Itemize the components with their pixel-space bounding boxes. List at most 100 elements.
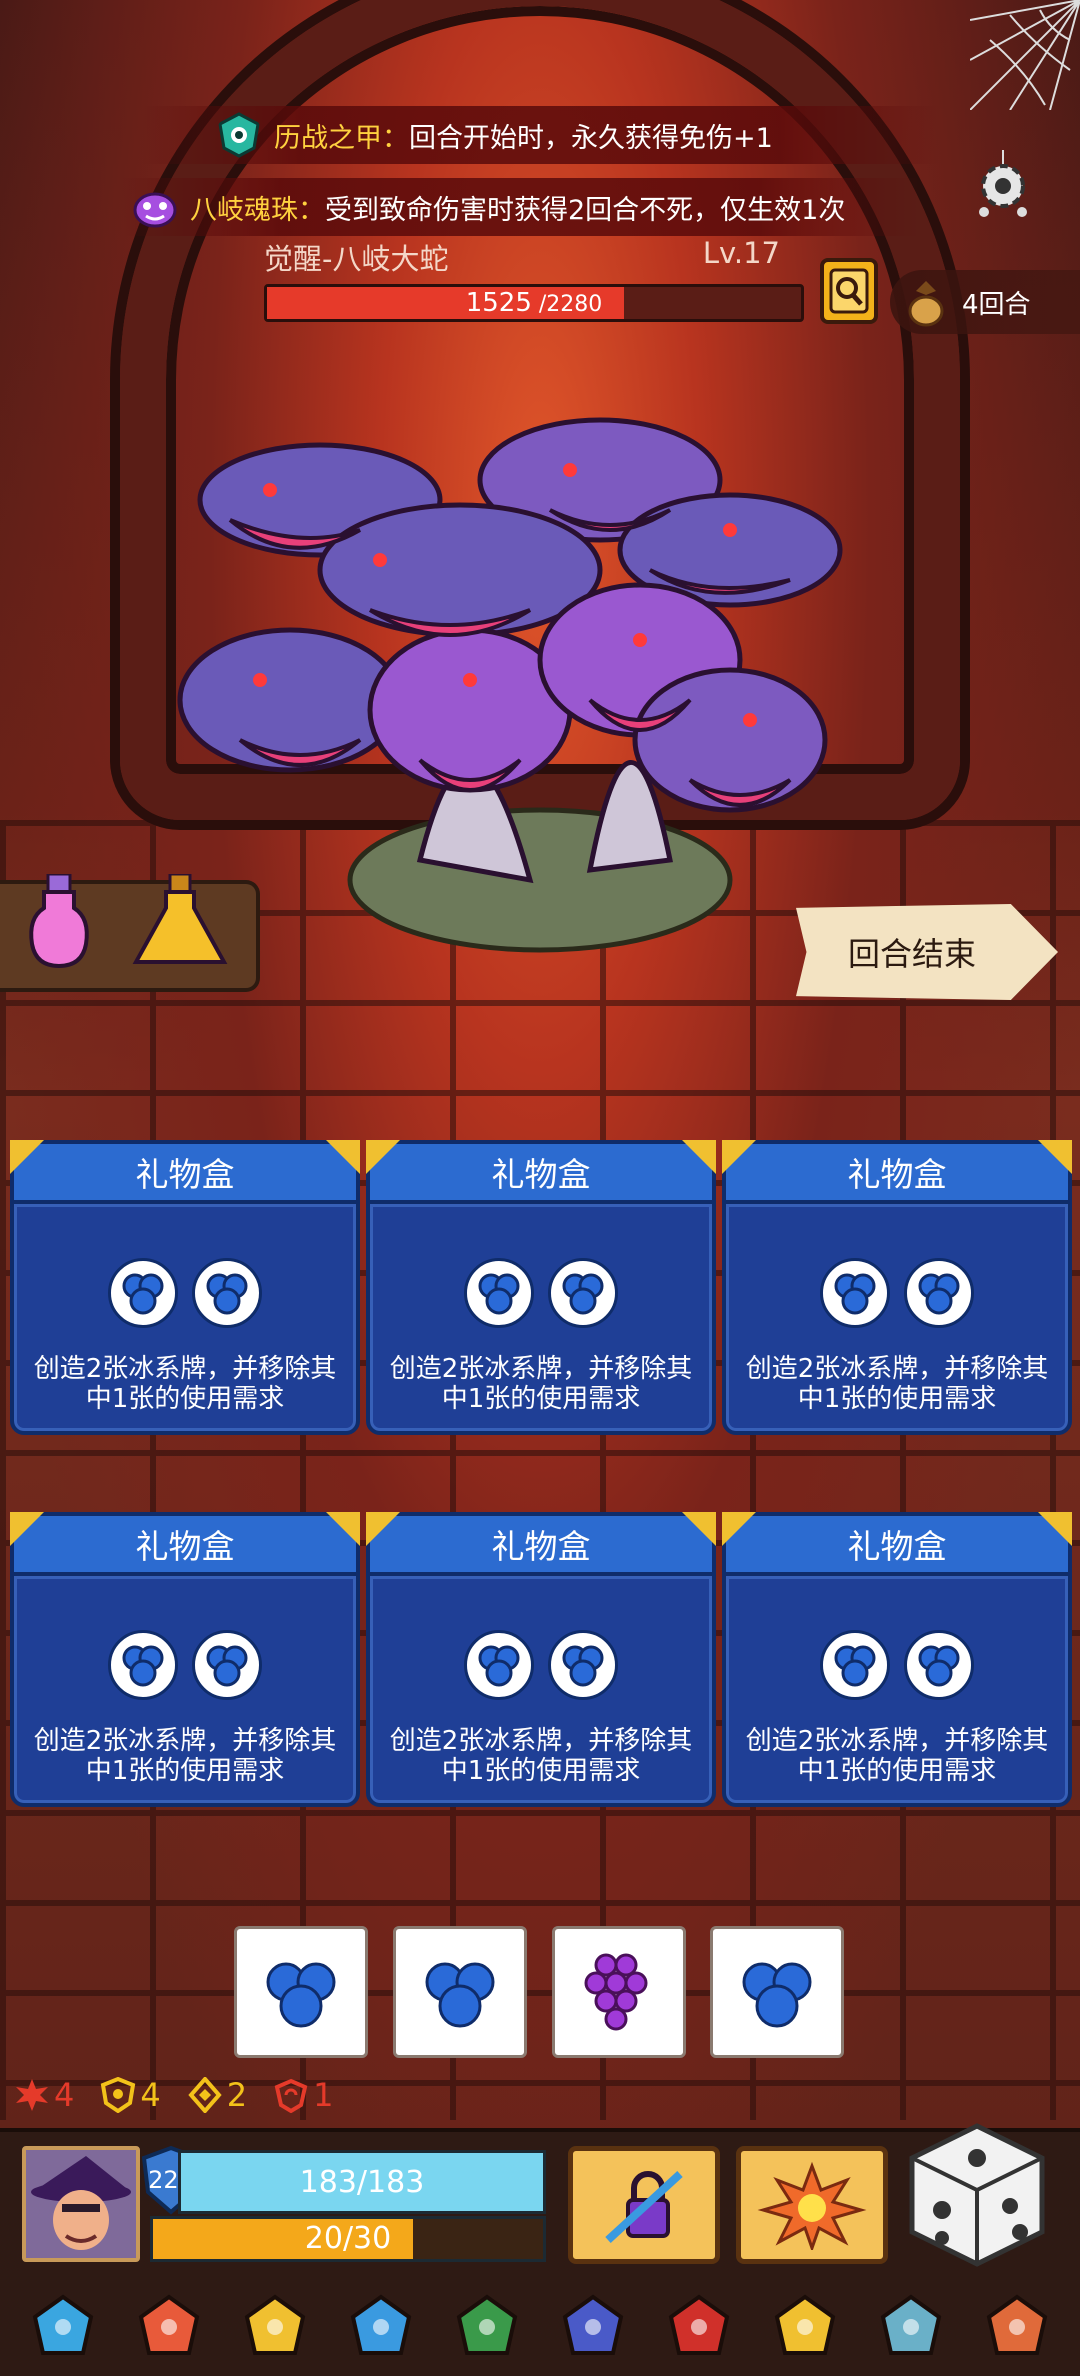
requirement-slot [192,1630,262,1700]
dice-slot[interactable] [552,1926,686,2058]
diamond-stat-icon [188,2077,222,2113]
attack-value: 4 [54,2076,75,2114]
requirement-slot [904,1630,974,1700]
ice-berry-icon [122,1273,164,1315]
card-description: 创造2张冰系牌，并移除其中1张的使用需求 [33,1354,337,1414]
inventory-item[interactable] [23,2287,103,2367]
dice-slot[interactable] [234,1926,368,2058]
buff-banner-armor[interactable]: 历战之甲：回合开始时，永久获得免伤+1 [140,106,940,164]
card-body: 创造2张冰系牌，并移除其中1张的使用需求 [366,1572,716,1807]
end-turn-button[interactable]: 回合结束 [796,904,1058,1000]
card-requirements [14,1258,356,1328]
diamond-stat: 2 [187,2076,247,2114]
gift-box-card[interactable]: 创造2张冰系牌，并移除其中1张的使用需求 礼物盒 [10,1140,360,1435]
green-book-icon [456,2294,518,2355]
buff-separator: ： [298,194,325,226]
spider-web-icon [970,0,1080,110]
ice-berry-icon [562,1645,604,1687]
buff-name: 八岐魂珠 [190,194,298,226]
card-title: 礼物盒 [10,1140,360,1204]
buff-banner-soul-orb[interactable]: 八岐魂珠：受到致命伤害时获得2回合不死，仅生效1次 [120,178,920,236]
inventory-item[interactable] [129,2287,209,2367]
defense-value: 4 [140,2076,161,2114]
purple-snake-icon [133,192,177,228]
attack-burst-icon [16,2079,48,2111]
card-requirements [726,1258,1068,1328]
inventory-item[interactable] [447,2287,527,2367]
inventory-item[interactable] [871,2287,951,2367]
dice-slot[interactable] [710,1926,844,2058]
roll-dice-button[interactable] [902,2120,1052,2270]
boss-info: 觉醒-八岐大蛇 Lv.17 1525 /2280 [264,236,824,322]
card-requirements [370,1258,712,1328]
pink-potion-icon[interactable] [24,874,94,970]
card-body: 创造2张冰系牌，并移除其中1张的使用需求 [366,1200,716,1435]
player-hp-bar: 183/183 [178,2150,546,2214]
card-title: 礼物盒 [366,1140,716,1204]
hydra-boss-sprite[interactable] [170,410,910,970]
turn-counter: 4回合 [890,270,1080,334]
ice-berry-icon [478,1273,520,1315]
lock-skill-button[interactable] [568,2146,720,2264]
shield-stat-icon [101,2077,136,2113]
yellow-potion-icon[interactable] [130,874,230,970]
requirement-slot [548,1258,618,1328]
requirement-slot [464,1258,534,1328]
gift-box-card[interactable]: 创造2张冰系牌，并移除其中1张的使用需求 礼物盒 [366,1512,716,1807]
inventory-item[interactable] [235,2287,315,2367]
potion-shelf [0,874,260,992]
turn-label: 4回合 [962,289,1031,320]
gift-box-card[interactable]: 创造2张冰系牌，并移除其中1张的使用需求 礼物盒 [722,1512,1072,1807]
slime-blob-icon [986,2294,1048,2355]
card-body: 创造2张冰系牌，并移除其中1张的使用需求 [10,1200,360,1435]
settings-gear-icon[interactable] [972,150,1034,220]
inspect-button[interactable] [820,258,878,324]
explosion-skill-icon [757,2161,867,2250]
attack-stat: 4 [14,2076,74,2114]
card-description: 创造2张冰系牌，并移除其中1张的使用需求 [745,1354,1049,1414]
card-description: 创造2张冰系牌，并移除其中1张的使用需求 [33,1726,337,1786]
swirl-stat: 1 [273,2076,333,2114]
triangle-rune-icon [562,2294,624,2355]
ice-berry-icon [206,1273,248,1315]
inventory-item[interactable] [659,2287,739,2367]
defense-stat: 4 [100,2076,161,2114]
requirement-slot [108,1630,178,1700]
buff-name: 历战之甲 [274,122,382,154]
requirement-slot [820,1630,890,1700]
swirl-value: 1 [313,2076,334,2114]
player-avatar[interactable] [22,2146,140,2262]
axe-icon [880,2294,942,2355]
gold-box-icon [244,2294,306,2355]
armor-eye-icon [218,112,260,158]
player-energy-bar: 20/30 [150,2216,546,2262]
requirement-slot [192,1258,262,1328]
dice-slot[interactable] [393,1926,527,2058]
requirement-slot [820,1258,890,1328]
inventory-item[interactable] [341,2287,421,2367]
lock-skill-icon [605,2171,683,2243]
inventory-item[interactable] [977,2287,1057,2367]
buff-desc: 回合开始时，永久获得免伤+1 [409,122,773,154]
player-stats: 4 4 2 1 [14,2076,333,2114]
ice-berry-icon [918,1645,960,1687]
ice-crystal-icon [350,2294,412,2355]
card-title: 礼物盒 [722,1140,1072,1204]
inventory-bar [0,2278,1080,2376]
card-body: 创造2张冰系牌，并移除其中1张的使用需求 [722,1200,1072,1435]
wizard-portrait-icon [26,2150,136,2258]
gift-box-card[interactable]: 创造2张冰系牌，并移除其中1张的使用需求 礼物盒 [722,1140,1072,1435]
red-ring-icon [668,2294,730,2355]
gift-box-card[interactable]: 创造2张冰系牌，并移除其中1张的使用需求 礼物盒 [366,1140,716,1435]
boss-hp-bar: 1525 /2280 [264,284,804,322]
card-requirements [14,1630,356,1700]
inventory-item[interactable] [765,2287,845,2367]
gift-box-card[interactable]: 创造2张冰系牌，并移除其中1张的使用需求 礼物盒 [10,1512,360,1807]
player-hp-text: 183/183 [299,2164,425,2200]
blue-berry-die-icon [266,1962,336,2028]
ice-berry-icon [834,1645,876,1687]
card-description: 创造2张冰系牌，并移除其中1张的使用需求 [389,1354,693,1414]
burst-skill-button[interactable] [736,2146,888,2264]
ice-berry-icon [562,1273,604,1315]
inventory-item[interactable] [553,2287,633,2367]
